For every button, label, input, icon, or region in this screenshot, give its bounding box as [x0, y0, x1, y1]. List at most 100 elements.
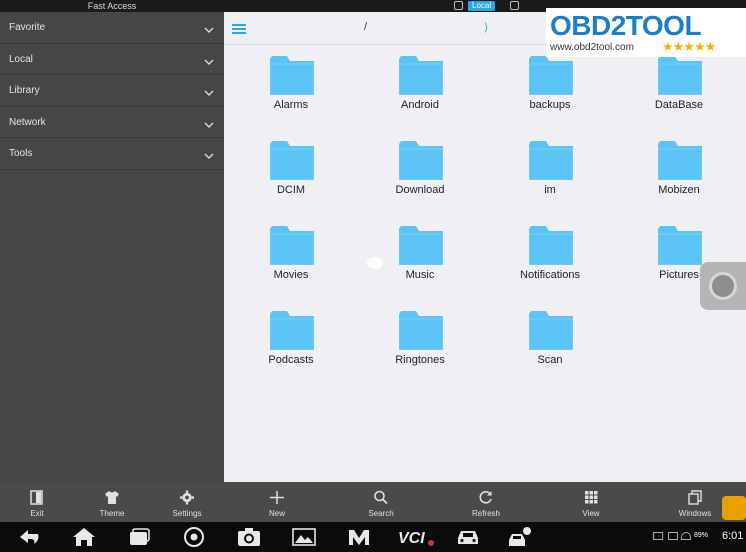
folder-item[interactable]: Movies: [236, 215, 346, 295]
settings-label: Settings: [172, 509, 202, 518]
folder-item[interactable]: DCIM: [236, 130, 346, 210]
plus-icon: [269, 490, 285, 505]
camera-icon[interactable]: [236, 526, 262, 548]
bottom-action-bar: Exit Theme Settings New Search Refresh V…: [0, 482, 746, 522]
sidebar-item-label: Favorite: [9, 22, 46, 33]
folder-item[interactable]: Podcasts: [236, 300, 346, 380]
file-grid: Alarms Android backups DataBase DCIM Download…: [224, 45, 746, 482]
folder-item[interactable]: Music: [365, 215, 475, 295]
star-rating-icon: ★★★★★: [662, 39, 716, 54]
m-app-icon[interactable]: [346, 526, 372, 548]
clock: 6:01: [722, 530, 744, 542]
folder-icon: [657, 55, 703, 96]
folder-item[interactable]: backups: [495, 45, 605, 125]
sidebar-item-library[interactable]: Library: [0, 75, 224, 107]
folder-icon: [269, 140, 315, 181]
exit-button[interactable]: Exit: [7, 482, 67, 522]
folder-name: Podcasts: [268, 354, 314, 366]
home-icon[interactable]: [71, 526, 97, 548]
folder-name: Ringtones: [395, 354, 445, 366]
theme-button[interactable]: Theme: [82, 482, 142, 522]
screenshot-icon: [668, 532, 678, 540]
sidebar: Favorite Local Library Network Tools: [0, 12, 224, 482]
folder-name: Android: [401, 99, 439, 111]
folder-item[interactable]: Scan: [495, 300, 605, 380]
view-button[interactable]: View: [561, 482, 621, 522]
svg-text:VCI: VCI: [398, 530, 425, 547]
forward-arrow-icon[interactable]: ⟩: [484, 21, 488, 34]
chevron-down-icon: [204, 54, 214, 65]
menu-icon[interactable]: [232, 22, 246, 34]
folder-icon: [269, 225, 315, 266]
watermark-url: www.obd2tool.com: [550, 42, 634, 53]
wifi-icon: [681, 532, 691, 540]
folder-name: im: [544, 184, 556, 196]
folder-name: Mobizen: [658, 184, 700, 196]
assistive-touch-button[interactable]: [700, 262, 746, 310]
current-path[interactable]: /: [364, 21, 367, 33]
new-button[interactable]: New: [247, 482, 307, 522]
car-person-icon[interactable]: [508, 526, 534, 548]
folder-icon: [528, 140, 574, 181]
back-icon[interactable]: [16, 526, 42, 548]
fast-access-title: Fast Access: [87, 1, 137, 11]
folder-name: DataBase: [654, 99, 704, 111]
folder-icon: [657, 140, 703, 181]
folder-name: Download: [395, 184, 445, 196]
chevron-down-icon: [204, 22, 214, 33]
vci-icon[interactable]: VCI: [398, 526, 434, 548]
gallery-icon[interactable]: [291, 526, 317, 548]
theme-label: Theme: [99, 509, 125, 518]
windows-icon: [687, 490, 703, 505]
folder-item[interactable]: Android: [365, 45, 475, 125]
storage-icon: [510, 1, 519, 10]
obd2tool-watermark: OBD2TOOL www.obd2tool.com ★★★★★: [546, 8, 746, 57]
folder-name: Music: [405, 269, 435, 281]
sidebar-item-network[interactable]: Network: [0, 107, 224, 139]
folder-icon: [269, 55, 315, 96]
sidebar-item-favorite[interactable]: Favorite: [0, 12, 224, 44]
folder-item[interactable]: Notifications: [495, 215, 605, 295]
m-app-badge-icon: [722, 496, 746, 520]
sidebar-item-label: Local: [9, 53, 33, 65]
folder-icon: [528, 310, 574, 351]
folder-icon: [398, 310, 444, 351]
chevron-down-icon: [204, 85, 214, 97]
search-icon: [373, 490, 389, 505]
local-storage-chip[interactable]: Local: [468, 1, 496, 11]
system-nav-bar: VCI 89% 6:01: [0, 522, 746, 552]
folder-item[interactable]: DataBase: [624, 45, 734, 125]
search-button[interactable]: Search: [351, 482, 411, 522]
refresh-button[interactable]: Refresh: [456, 482, 516, 522]
search-label: Search: [368, 509, 394, 518]
sidebar-item-tools[interactable]: Tools: [0, 138, 224, 170]
folder-icon: [398, 55, 444, 96]
folder-item[interactable]: Mobizen: [624, 130, 734, 210]
folder-item[interactable]: im: [495, 130, 605, 210]
watermark-brand: OBD2TOOL: [550, 10, 702, 41]
shirt-icon: [104, 490, 120, 505]
chrome-icon[interactable]: [181, 526, 207, 548]
car-icon[interactable]: [455, 526, 481, 548]
window-icon: [454, 1, 463, 10]
folder-name: backups: [529, 99, 571, 111]
settings-button[interactable]: Settings: [157, 482, 217, 522]
sidebar-item-label: Library: [9, 85, 40, 97]
folder-icon: [398, 225, 444, 266]
folder-item[interactable]: Download: [365, 130, 475, 210]
folder-icon: [528, 55, 574, 96]
folder-item[interactable]: Alarms: [236, 45, 346, 125]
folder-icon: [269, 310, 315, 351]
recents-icon[interactable]: [126, 526, 152, 548]
chevron-down-icon: [204, 148, 214, 160]
gear-icon: [179, 490, 195, 505]
folder-name: DCIM: [276, 184, 306, 196]
windows-button[interactable]: Windows: [665, 482, 725, 522]
folder-name: Scan: [537, 354, 563, 366]
exit-icon: [29, 490, 45, 505]
battery-level: 89%: [694, 532, 709, 539]
folder-item[interactable]: Ringtones: [365, 300, 475, 380]
windows-label: Windows: [678, 509, 712, 518]
sidebar-item-local[interactable]: Local: [0, 44, 224, 76]
sidebar-item-label: Network: [9, 116, 46, 128]
